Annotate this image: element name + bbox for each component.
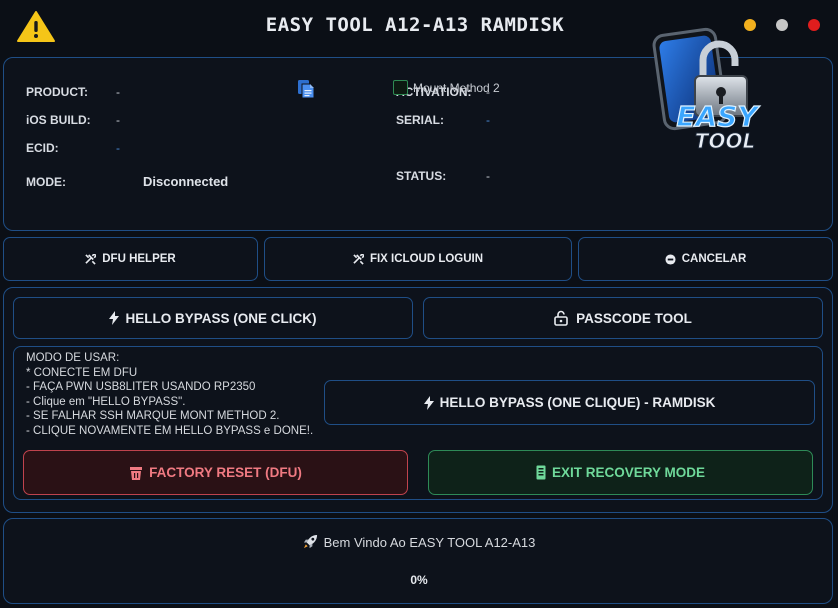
tools-icon: [85, 253, 97, 265]
dfu-helper-button[interactable]: DFU HELPER: [3, 237, 258, 281]
ecid-label: ECID:: [26, 141, 59, 155]
status-value: -: [486, 169, 490, 183]
product-label: PRODUCT:: [26, 85, 88, 99]
progress-text: 0%: [410, 573, 428, 587]
status-label: STATUS:: [396, 169, 447, 183]
cancel-label: CANCELAR: [681, 253, 747, 265]
logo-line2: TOOL: [695, 129, 755, 153]
bolt-icon: [109, 311, 120, 325]
factory-reset-button[interactable]: FACTORY RESET (DFU): [23, 450, 408, 495]
bolt-icon: [423, 395, 434, 410]
instruction-line: * CONECTE EM DFU: [26, 366, 138, 379]
minus-circle-icon: [665, 253, 676, 265]
passcode-tool-label: PASSCODE TOOL: [576, 310, 692, 326]
trash-icon: [129, 466, 143, 480]
hello-bypass-ramdisk-button[interactable]: HELLO BYPASS (ONE CLIQUE) - RAMDISK: [324, 380, 815, 425]
passcode-tool-button[interactable]: PASSCODE TOOL: [423, 297, 823, 339]
status-panel: [3, 518, 833, 604]
door-icon: [536, 465, 546, 480]
unlock-icon: [554, 310, 570, 326]
instruction-line: MODO DE USAR:: [26, 352, 120, 364]
mode-value: Disconnected: [143, 174, 229, 189]
mount-method-checkbox[interactable]: [393, 80, 408, 95]
easy-tool-logo: EASY TOOL: [652, 27, 761, 154]
instruction-line: - SE FALHAR SSH MARQUE MONT METHOD 2.: [26, 410, 280, 423]
rocket-icon: [303, 534, 318, 552]
cancel-button[interactable]: CANCELAR: [578, 237, 833, 281]
ecid-value: -: [116, 141, 120, 155]
ios-build-label: iOS BUILD:: [26, 113, 91, 127]
copy-icon[interactable]: [297, 79, 315, 99]
instruction-line: - FAÇA PWN USB8LITER USANDO RP2350: [26, 381, 256, 394]
exit-recovery-button[interactable]: EXIT RECOVERY MODE: [428, 450, 813, 495]
instruction-line: - Clique em "HELLO BYPASS".: [26, 395, 186, 408]
hello-bypass-button[interactable]: HELLO BYPASS (ONE CLICK): [13, 297, 413, 339]
instructions-text: MODO DE USAR: * CONECTE EM DFU - FAÇA PW…: [26, 351, 326, 439]
tools-icon: [353, 253, 364, 265]
product-value: -: [116, 85, 120, 99]
mount-method-label[interactable]: Mount Method 2: [413, 81, 500, 95]
welcome-text: Bem Vindo Ao EASY TOOL A12-A13: [323, 535, 536, 550]
fix-icloud-button[interactable]: FIX ICLOUD LOGUIN: [264, 237, 572, 281]
exit-recovery-label: EXIT RECOVERY MODE: [551, 465, 706, 480]
factory-reset-label: FACTORY RESET (DFU): [149, 465, 302, 480]
hello-bypass-ramdisk-label: HELLO BYPASS (ONE CLIQUE) - RAMDISK: [439, 395, 716, 410]
welcome-message: Bem Vindo Ao EASY TOOL A12-A13: [0, 534, 838, 552]
serial-label: SERIAL:: [396, 113, 444, 127]
instruction-line: - CLIQUE NOVAMENTE EM HELLO BYPASS e DON…: [26, 424, 314, 437]
hello-bypass-label: HELLO BYPASS (ONE CLICK): [125, 310, 317, 326]
serial-value: -: [486, 113, 490, 127]
dfu-helper-label: DFU HELPER: [102, 253, 176, 265]
close-button[interactable]: [808, 19, 820, 31]
ios-build-value: -: [116, 113, 120, 127]
fix-icloud-label: FIX ICLOUD LOGUIN: [369, 253, 484, 265]
mode-label: MODE:: [26, 175, 66, 189]
